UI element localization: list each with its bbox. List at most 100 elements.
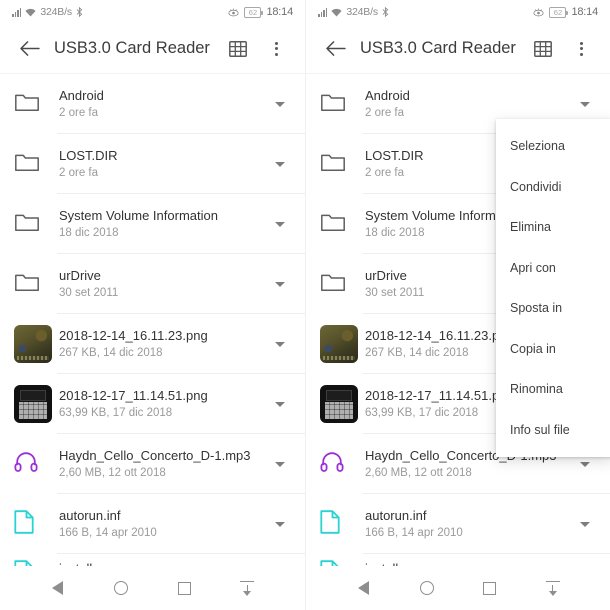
folder-icon (320, 211, 346, 238)
file-row[interactable]: System Volume Information 18 dic 2018 (0, 194, 305, 254)
row-menu-button[interactable] (568, 521, 602, 527)
file-name: Haydn_Cello_Concerto_D-1.mp3 (59, 448, 251, 463)
file-row[interactable]: urDrive 30 set 2011 (0, 254, 305, 314)
image-thumbnail (14, 385, 52, 423)
row-menu-button[interactable] (263, 401, 297, 407)
context-menu-item[interactable]: Info sul file (496, 410, 610, 451)
nav-back-icon (358, 581, 369, 595)
file-row[interactable]: 2018-12-17_11.14.51.png 63,99 KB, 17 dic … (0, 374, 305, 434)
file-row-text: System Volume Information 18 dic 2018 (56, 207, 263, 241)
folder-icon (320, 271, 346, 298)
battery-indicator: 62 (244, 6, 264, 18)
file-row-text: LOST.DIR 2 ore fa (56, 147, 263, 181)
nav-recents-icon (177, 581, 191, 595)
signal-bars-icon (12, 7, 22, 17)
network-speed-label: 324B/s (346, 6, 378, 18)
file-name: urDrive (59, 268, 101, 283)
nav-home-icon (419, 581, 434, 595)
row-menu-button[interactable] (568, 101, 602, 107)
chevron-down-icon (580, 521, 590, 527)
context-menu-item[interactable]: Copia in (496, 329, 610, 370)
file-row-text: Haydn_Cello_Concerto_D-1.mp3 2,60 MB, 12 … (56, 447, 263, 481)
file-row[interactable]: 2018-12-14_16.11.23.png 267 KB, 14 dic 20… (0, 314, 305, 374)
file-meta: 2,60 MB, 12 ott 2018 (365, 467, 472, 479)
row-menu-button[interactable] (568, 461, 602, 467)
nav-home-button[interactable] (407, 568, 447, 608)
system-nav-bar-left (0, 566, 305, 610)
back-button[interactable] (10, 30, 48, 68)
context-menu-item[interactable]: Seleziona (496, 126, 610, 167)
file-row[interactable]: autorun.inf 166 B, 14 apr 2010 (306, 494, 610, 554)
context-menu-item[interactable]: Elimina (496, 207, 610, 248)
row-menu-button[interactable] (263, 461, 297, 467)
back-button[interactable] (316, 30, 354, 68)
file-row-text: Android 2 ore fa (362, 87, 568, 121)
nav-hide-button[interactable] (533, 568, 573, 608)
file-type-icon (320, 211, 362, 238)
file-meta: 166 B, 14 apr 2010 (365, 527, 463, 539)
file-row-text: 2018-12-14_16.11.23.png 267 KB, 14 dic 20… (56, 327, 263, 361)
chevron-down-icon (275, 161, 285, 167)
nav-back-button[interactable] (344, 568, 384, 608)
file-type-icon (320, 271, 362, 298)
row-menu-button[interactable] (263, 101, 297, 107)
context-menu-item[interactable]: Sposta in (496, 288, 610, 329)
document-icon (14, 509, 34, 539)
app-toolbar-left: USB3.0 Card Reader (0, 24, 305, 74)
chevron-down-icon (275, 461, 285, 467)
folder-icon (320, 151, 346, 178)
row-menu-button[interactable] (263, 341, 297, 347)
file-type-icon (14, 325, 56, 363)
overflow-menu-button[interactable] (257, 30, 295, 68)
file-row[interactable]: Haydn_Cello_Concerto_D-1.mp3 2,60 MB, 12 … (0, 434, 305, 494)
file-context-menu: Seleziona Condividi Elimina Apri con Sposta … (496, 119, 610, 457)
file-meta: 166 B, 14 apr 2010 (59, 527, 157, 539)
row-menu-button[interactable] (263, 221, 297, 227)
folder-icon (14, 271, 40, 298)
row-menu-button[interactable] (263, 521, 297, 527)
system-nav-bar-right (306, 566, 610, 610)
nav-recents-button[interactable] (164, 568, 204, 608)
file-row-text: 2018-12-17_11.14.51.png 63,99 KB, 17 dic … (56, 387, 263, 421)
panel-right: 324B/s 62 18:14 USB3.0 Card Reader Andro… (305, 0, 610, 610)
nav-home-button[interactable] (101, 568, 141, 608)
file-row-text: autorun.inf 166 B, 14 apr 2010 (362, 507, 568, 541)
status-bar-right: 324B/s 62 18:14 (306, 0, 610, 24)
signal-bars-icon (318, 7, 328, 17)
grid-view-button[interactable] (219, 30, 257, 68)
context-menu-item[interactable]: Apri con (496, 248, 610, 289)
file-name: LOST.DIR (59, 148, 118, 163)
nav-back-button[interactable] (38, 568, 78, 608)
file-type-icon (320, 451, 362, 478)
arrow-back-icon (19, 41, 40, 56)
headphones-icon (14, 451, 38, 478)
file-row[interactable]: autorun.inf 166 B, 14 apr 2010 (0, 494, 305, 554)
nav-home-icon (113, 581, 128, 595)
overflow-menu-button[interactable] (562, 30, 600, 68)
eye-care-icon (228, 8, 240, 17)
eye-care-icon (533, 8, 545, 17)
file-type-icon (320, 151, 362, 178)
more-vertical-icon (274, 41, 278, 56)
nav-hide-button[interactable] (227, 568, 267, 608)
grid-view-button[interactable] (524, 30, 562, 68)
context-menu-item[interactable]: Rinomina (496, 369, 610, 410)
row-menu-button[interactable] (263, 161, 297, 167)
file-meta: 30 set 2011 (59, 287, 119, 299)
file-name: 2018-12-14_16.11.23.png (59, 328, 208, 343)
chevron-down-icon (275, 281, 285, 287)
file-row[interactable]: LOST.DIR 2 ore fa (0, 134, 305, 194)
chevron-down-icon (275, 341, 285, 347)
file-type-icon (14, 91, 56, 118)
context-menu-item[interactable]: Condividi (496, 167, 610, 208)
row-menu-button[interactable] (263, 281, 297, 287)
bluetooth-icon (382, 7, 389, 17)
nav-back-icon (52, 581, 64, 595)
headphones-icon (320, 451, 344, 478)
page-title: USB3.0 Card Reader (54, 39, 210, 57)
file-row[interactable]: Android 2 ore fa (0, 74, 305, 134)
nav-recents-button[interactable] (470, 568, 510, 608)
panel-left: 324B/s 62 18:14 USB3.0 Card Reader Andro… (0, 0, 305, 610)
file-name: autorun.inf (365, 508, 427, 523)
file-row-text: Android 2 ore fa (56, 87, 263, 121)
